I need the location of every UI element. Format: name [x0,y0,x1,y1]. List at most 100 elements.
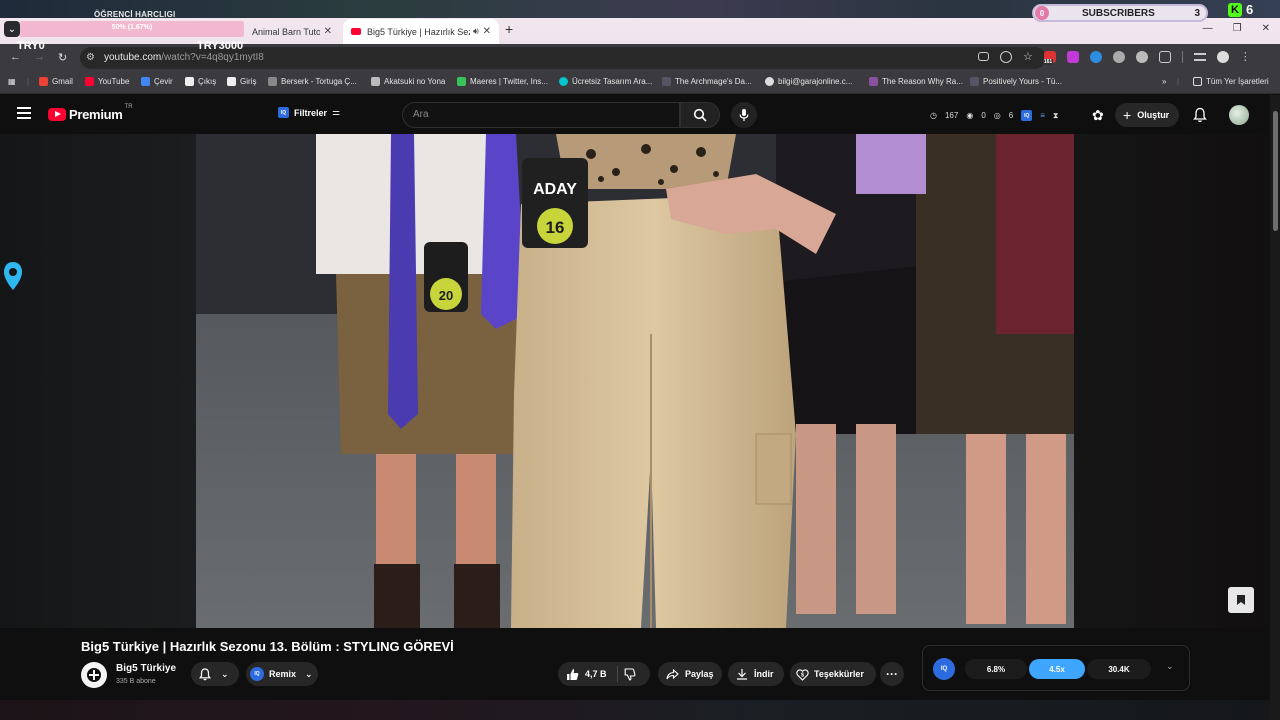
bookmark-giris[interactable]: Giriş [227,77,256,86]
bookmark-akatsuki[interactable]: Akatsuki no Yona [371,77,445,86]
bookmark-label: Çıkış [198,77,217,86]
extensions-puzzle-icon[interactable] [1158,50,1171,63]
bookmark-icon [1237,595,1245,605]
forward-icon[interactable]: → [34,51,45,63]
extension-blue-icon[interactable] [1089,50,1102,63]
tab-search-button[interactable]: ⌄ [4,21,20,37]
stream-overlay-try-left: TRY0 [17,40,45,52]
gear-puzzle-icon[interactable]: ✿ [1092,107,1104,124]
translate-icon [141,77,150,86]
site-info-icon[interactable]: ⚙︎ [86,52,95,63]
menu-hamburger-icon[interactable] [17,107,31,122]
like-dislike-group: 4,7 B [558,662,650,686]
like-button[interactable]: 4,7 B [566,668,607,681]
url-text[interactable]: youtube.com/watch?v=4q8qy1mytI8 [104,52,264,63]
youtube-premium-logo[interactable]: Premium TR [48,104,133,122]
star-icon[interactable]: ☆ [1023,50,1033,63]
donation-progress-bar: 50% (1.67%) [20,21,244,37]
back-icon[interactable]: ← [10,51,21,63]
create-button[interactable]: + Oluştur [1115,103,1180,127]
speaker-icon[interactable]: 🔊︎ [473,26,479,37]
iq-stat-percent[interactable]: 6.8% [965,659,1027,679]
badge-number-behind: 20 [439,288,453,303]
minimize-icon[interactable]: — [1203,23,1213,34]
more-bookmarks-icon[interactable]: » [1162,77,1166,86]
apps-grid-icon[interactable]: ▦ [8,77,16,86]
youtube-favicon-icon [351,28,361,35]
subscribers-bubble: 0 [1035,6,1049,20]
thanks-button[interactable]: $ Teşekkürler [790,662,876,686]
channel-name[interactable]: Big5 Türkiye [116,663,176,674]
tab-animal-barn[interactable]: Animal Barn Tutorial ✕ [244,19,340,44]
download-button[interactable]: İndir [728,662,784,686]
profile-icon[interactable] [1216,50,1229,63]
bookmark-canva[interactable]: Ücretsiz Tasarım Ara... [559,77,652,86]
new-tab-button[interactable]: + [505,21,513,37]
extension-badge-count: 161 [1042,58,1054,65]
menu-kebab-icon[interactable]: ⋮ [1240,50,1251,63]
bookmark-youtube[interactable]: YouTube [85,77,129,86]
extension-purple-icon[interactable] [1066,50,1079,63]
channel-avatar[interactable] [81,662,107,688]
search-box [402,102,680,128]
video-title: Big5 Türkiye | Hazırlık Sezonu 13. Bölüm… [81,639,454,654]
iq-logo-icon: IQ [933,658,955,680]
extension-bulb-icon[interactable] [1112,50,1125,63]
list-icon[interactable]: ≡ [1040,111,1045,120]
video-player[interactable]: ADAY 16 20 [0,134,1270,628]
cast-icon[interactable] [978,52,989,61]
notifications-bell-icon[interactable] [1193,107,1207,128]
pin-logo-icon [2,260,24,297]
restore-icon[interactable]: ❐ [1233,23,1242,34]
voice-search-button[interactable] [731,102,757,128]
extension-badge-icon[interactable]: 161 [1042,50,1056,65]
reload-icon[interactable]: ↻ [58,51,67,64]
reading-list-icon[interactable] [1193,52,1206,61]
account-avatar[interactable] [1229,105,1249,125]
share-button[interactable]: Paylaş [658,662,722,686]
bookmark-cikis[interactable]: Çıkış [185,77,216,86]
close-icon[interactable]: ✕ [324,26,332,37]
thumbs-down-icon[interactable] [624,667,637,681]
linktree-icon [457,77,466,86]
tab-big5-turkiye[interactable]: Big5 Türkiye | Hazırlık Sezonu 🔊︎ ✕ [343,19,499,44]
browser-tab-bar: ÖĞRENCİ HARCLIGI ⌄ 50% (1.67%) Animal Ba… [0,0,1280,44]
iq-stat-a: 167 [944,111,959,120]
search-input[interactable] [413,109,663,120]
filters-button[interactable]: IQ Filtreler ⚌ [278,107,340,118]
more-actions-button[interactable]: ··· [880,662,904,686]
bookmark-gmail[interactable]: Gmail [39,77,73,86]
bookmark-garajonline[interactable]: bilgi@garajonline.c... [765,77,852,86]
search-button[interactable] [680,102,720,128]
subscription-bell-button[interactable]: ⌄ [191,662,239,686]
channel-subscriber-count: 335 B abone [116,678,156,685]
bookmark-berserk[interactable]: Berserk - Tortuga Ç... [268,77,357,86]
ship-icon [268,77,277,86]
iq-stat-multiplier[interactable]: 4.5x [1029,659,1085,679]
close-window-icon[interactable]: ✕ [1262,23,1270,34]
bookmark-cevir[interactable]: Çevir [141,77,173,86]
iq-stat-views[interactable]: 30.4K [1087,659,1151,679]
kick-icon: K [1228,2,1242,17]
bookmark-maeres[interactable]: Maeres | Twitter, Ins... [457,77,548,86]
chevron-down-icon[interactable]: ⌄ [1166,661,1174,672]
video-frame[interactable]: ADAY 16 20 [196,134,1074,628]
bookmark-reason-why[interactable]: The Reason Why Ra... [869,77,963,86]
bookmark-positively-yours[interactable]: Positively Yours - Tü... [970,77,1062,86]
scrollbar-thumb[interactable] [1273,111,1278,231]
remix-button[interactable]: IQ Remix ⌄ [246,662,318,686]
bookmark-label: Positively Yours - Tü... [983,77,1062,86]
page-scrollbar[interactable] [1270,95,1280,720]
search-icon [693,108,707,122]
folder-icon [1193,77,1202,86]
chevron-down-icon: ⌄ [305,668,313,679]
bookmark-overlay-button[interactable] [1228,587,1254,613]
hide-icon[interactable] [1000,50,1012,63]
close-icon[interactable]: ✕ [483,26,491,37]
bookmark-archmage[interactable]: The Archmage's Da... [662,77,752,86]
extension-cloud-icon[interactable] [1135,50,1148,63]
iq-extension-icon[interactable]: IQ [1021,110,1033,121]
tab-title: Big5 Türkiye | Hazırlık Sezonu [367,26,470,37]
all-bookmarks-folder[interactable]: Tüm Yer İşaretleri [1193,77,1269,86]
hourglass-icon[interactable]: ⧗ [1053,111,1059,121]
